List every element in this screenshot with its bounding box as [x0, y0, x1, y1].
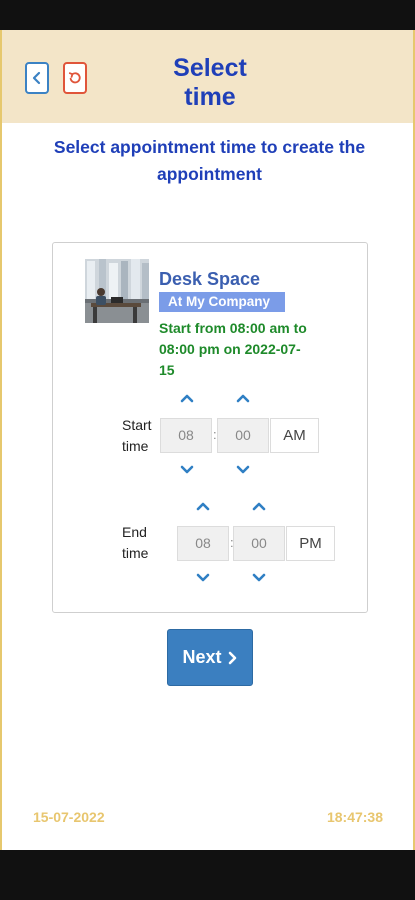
end-time-label-line1: End [122, 524, 147, 540]
end-minute-field[interactable]: 00 [233, 526, 285, 561]
start-hour-field[interactable]: 08 [160, 418, 212, 453]
instruction-line2: appointment [157, 164, 262, 184]
end-hour-field[interactable]: 08 [177, 526, 229, 561]
start-minute-field[interactable]: 00 [217, 418, 269, 453]
footer-date: 15-07-2022 [33, 809, 105, 825]
end-minute-down-button[interactable] [249, 570, 269, 584]
start-hour-down-button[interactable] [177, 462, 197, 476]
start-time-label: Start time [122, 415, 152, 457]
chevron-down-icon [196, 573, 210, 581]
page-title-line2: time [184, 83, 236, 111]
service-image [85, 259, 149, 323]
chevron-left-icon [32, 71, 41, 85]
availability-line1: Start from 08:00 am to [159, 320, 307, 336]
page-title: Select time [152, 54, 268, 112]
navigation-bar [0, 850, 415, 900]
header: Select time [2, 30, 413, 123]
chevron-right-icon [228, 651, 236, 664]
start-minute-down-button[interactable] [233, 462, 253, 476]
end-hour-up-button[interactable] [193, 499, 213, 513]
next-button-label: Next [182, 647, 222, 667]
chevron-down-icon [236, 465, 250, 473]
service-card: Desk Space At My Company Start from 08:0… [52, 242, 368, 613]
app-screen: Select time Select appointment time to c… [0, 30, 415, 850]
footer-time: 18:47:38 [326, 809, 383, 825]
start-period-toggle[interactable]: AM [270, 418, 319, 453]
service-badge: At My Company [159, 292, 285, 312]
chevron-up-icon [180, 394, 194, 402]
instruction-line1: Select appointment time to create the [53, 137, 366, 157]
status-bar [0, 0, 415, 30]
chevron-down-icon [180, 465, 194, 473]
next-button[interactable]: Next [167, 629, 253, 686]
instruction-text: Select appointment time to create the ap… [32, 134, 387, 188]
chevron-up-icon [236, 394, 250, 402]
start-time-label-line2: time [122, 438, 149, 454]
end-hour-down-button[interactable] [193, 570, 213, 584]
back-button[interactable] [25, 62, 49, 94]
end-minute-up-button[interactable] [249, 499, 269, 513]
chevron-up-icon [196, 502, 210, 510]
page-title-line1: Select [173, 54, 247, 82]
end-time-label: End time [122, 522, 148, 564]
end-period-toggle[interactable]: PM [286, 526, 335, 561]
service-name: Desk Space [159, 269, 261, 289]
availability-line3: 15 [159, 362, 175, 378]
end-time-label-line2: time [122, 545, 149, 561]
start-minute-up-button[interactable] [233, 391, 253, 405]
chevron-up-icon [252, 502, 266, 510]
reset-button[interactable] [63, 62, 87, 94]
availability-text: Start from 08:00 am to 08:00 pm on 2022-… [159, 318, 329, 381]
availability-line2: 08:00 pm on 2022-07- [159, 341, 301, 357]
start-time-label-line1: Start [122, 417, 152, 433]
undo-icon [68, 72, 81, 84]
start-hour-up-button[interactable] [177, 391, 197, 405]
chevron-down-icon [252, 573, 266, 581]
